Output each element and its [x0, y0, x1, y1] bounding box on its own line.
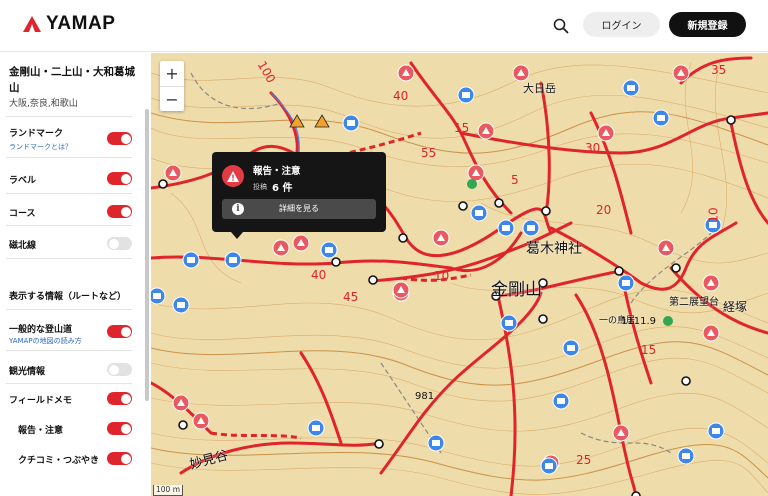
place-label-kongosan: 金剛山 — [491, 280, 542, 300]
route-number: 5 — [511, 173, 519, 187]
view-details-label: 詳細を見る — [279, 204, 319, 213]
place-label-dainichidake: 大日岳 — [523, 82, 556, 95]
layer-label-landmark: ランドマーク — [9, 129, 64, 139]
topo-map[interactable]: 金剛山 葛木神社 大日岳 第二展望台 一の鳥居 妙見谷 経塚 1111.9 98… — [151, 53, 768, 496]
popup-count: 6 件 — [272, 183, 293, 194]
divider — [6, 309, 132, 310]
elevation-label-981: 981 — [415, 391, 435, 402]
login-button[interactable]: ログイン — [583, 12, 660, 37]
view-details-button[interactable]: i 詳細を見る — [222, 199, 376, 219]
toggle-tourism[interactable] — [107, 363, 132, 376]
info-label-report: 報告・注意 — [18, 426, 64, 436]
route-number: 10 — [434, 269, 450, 283]
register-button[interactable]: 新規登録 — [669, 12, 746, 37]
route-number: 35 — [711, 63, 727, 77]
route-number: 45 — [343, 290, 359, 304]
place-label-shrine: 葛木神社 — [526, 241, 582, 257]
info-label-trail: 一般的な登山道 — [9, 325, 73, 335]
toggle-label[interactable] — [107, 172, 132, 185]
toggle-field-memo[interactable] — [107, 392, 132, 405]
divider — [6, 258, 132, 259]
info-label-field-memo: フィールドメモ — [9, 396, 72, 406]
top-header: YAMAP ログイン 新規登録 — [0, 0, 768, 52]
layer-label-label: ラベル — [9, 176, 37, 186]
zoom-in-button[interactable]: + — [160, 61, 184, 86]
popup-count-label: 投稿 — [253, 183, 267, 191]
mountain-logo-icon — [23, 16, 41, 32]
place-label-kyozuka: 経塚 — [723, 300, 748, 314]
warning-icon — [222, 165, 244, 187]
search-button[interactable] — [547, 12, 575, 40]
area-title: 金剛山・二上山・大和葛城山 — [9, 66, 135, 94]
toggle-review[interactable] — [107, 452, 132, 465]
place-label-observatory: 第二展望台 — [669, 297, 719, 308]
toggle-magnetic-north[interactable] — [107, 237, 132, 250]
route-number: 15 — [641, 343, 657, 357]
route-number: 20 — [596, 203, 612, 217]
info-section-title: 表示する情報（ルートなど） — [9, 292, 127, 302]
area-prefectures: 大阪,奈良,和歌山 — [9, 99, 78, 109]
landmark-help-link[interactable]: ランドマークとは？ — [9, 142, 72, 152]
report-popup: 報告・注意 投稿 6 件 i 詳細を見る — [212, 152, 386, 232]
route-number: 30 — [585, 141, 601, 155]
layer-label-course: コース — [9, 209, 36, 219]
divider — [6, 225, 132, 226]
map-guide-link[interactable]: YAMAPの地図の読み方 — [9, 336, 82, 346]
divider — [6, 193, 132, 194]
map-scale: 100 m — [153, 485, 184, 496]
popup-pointer — [231, 232, 243, 239]
map-canvas[interactable] — [151, 53, 768, 496]
route-number: 25 — [576, 453, 592, 467]
info-label-review: クチコミ・つぶやき — [18, 456, 100, 466]
toggle-report[interactable] — [107, 422, 132, 435]
route-number: 15 — [454, 121, 470, 135]
elevation-label-summit: 1111.9 — [621, 316, 656, 327]
zoom-out-button[interactable]: − — [160, 86, 184, 111]
sidebar-scrollbar[interactable] — [145, 109, 149, 401]
info-label-tourism: 観光情報 — [9, 367, 46, 377]
divider — [6, 157, 132, 158]
route-number: 10 — [706, 207, 721, 223]
layer-sidebar: 金剛山・二上山・大和葛城山 大阪,奈良,和歌山 ランドマーク ランドマークとは？… — [0, 53, 151, 496]
toggle-course[interactable] — [107, 205, 132, 218]
toggle-trail[interactable] — [107, 325, 132, 338]
yamap-logo[interactable]: YAMAP — [22, 13, 115, 35]
divider — [6, 116, 132, 117]
popup-title: 報告・注意 — [253, 166, 301, 177]
route-number: 55 — [421, 146, 437, 160]
divider — [6, 350, 132, 351]
zoom-controls: + − — [160, 61, 184, 111]
brand-name: YAMAP — [46, 13, 116, 34]
search-icon — [553, 18, 569, 34]
route-number: 40 — [393, 89, 409, 103]
toggle-landmark[interactable] — [107, 132, 132, 145]
layer-label-magnetic-north: 磁北線 — [9, 241, 37, 251]
divider — [6, 383, 132, 384]
route-number: 40 — [311, 268, 327, 282]
